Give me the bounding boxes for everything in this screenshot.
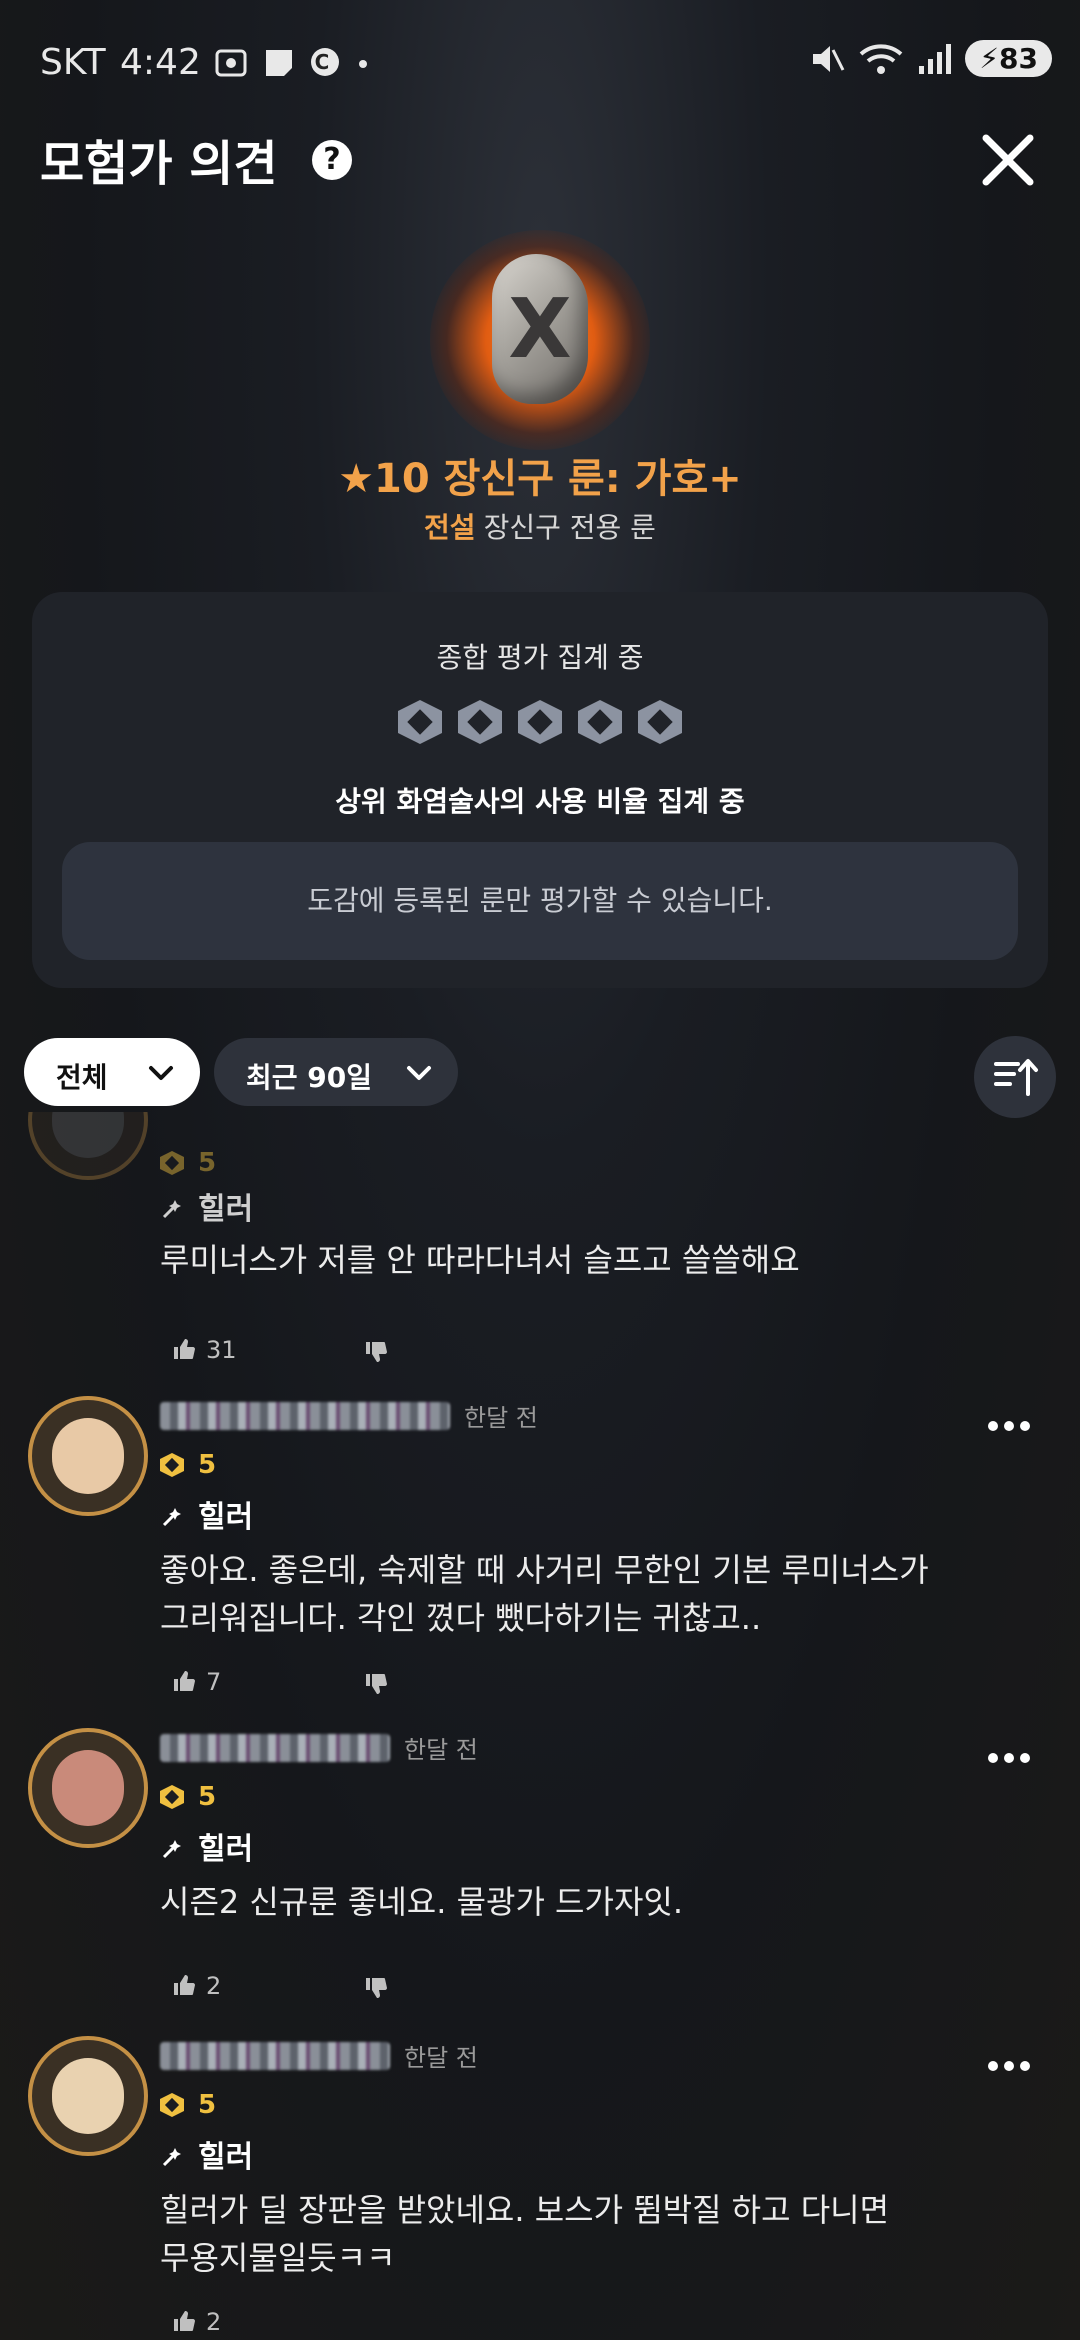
comment-time: 한달 전 [464, 1404, 538, 1432]
usage-ratio-text: 상위 화염술사의 사용 비율 집계 중 [335, 785, 745, 818]
rune-image: X [420, 220, 660, 460]
comment-text: 루미너스가 저를 안 따라다녀서 슬프고 쓸쓸해요 [160, 1241, 800, 1279]
like-button[interactable]: 2 [172, 2308, 221, 2336]
avatar[interactable] [28, 1396, 148, 1516]
blurred-username [160, 2041, 390, 2070]
comment-grade: 5 [160, 1782, 216, 1812]
rune-symbol-icon: X [508, 282, 572, 377]
c-app-icon: C [311, 48, 340, 76]
blurred-username [160, 1733, 390, 1762]
wand-icon [162, 1840, 181, 1859]
wifi-icon [860, 43, 903, 74]
signal-icon [919, 43, 952, 74]
battery-indicator: ⚡83 [965, 40, 1052, 77]
rune-subtitle: 전설 장신구 전용 룬 [0, 506, 1080, 546]
grade-gem-icon [160, 1151, 184, 1175]
page-title: 모험가 의견 [40, 136, 278, 192]
like-button[interactable]: 7 [172, 1668, 221, 1696]
wand-icon [162, 1200, 181, 1219]
more-options-button[interactable] [988, 2056, 1036, 2076]
like-button[interactable]: 31 [172, 1336, 237, 1364]
comment-role: 힐러 [160, 1184, 253, 1228]
rune-grade: 전설 [424, 511, 476, 544]
grade-gem-icon [160, 1453, 184, 1477]
grade-gem-icon [160, 2093, 184, 2117]
comment-author: 한달 전 [160, 2038, 478, 2073]
period-filter-label: 최근 90일 [246, 1061, 372, 1094]
comment-role: 힐러 [160, 2132, 253, 2176]
comment-text: 시즌2 신규룬 좋네요. 물광가 드가자잇. [160, 1883, 683, 1921]
status-right: ⚡83 [809, 40, 1052, 77]
rating-gem-icon [518, 700, 562, 744]
thumbs-down-icon[interactable] [364, 1672, 388, 1696]
wand-icon [162, 2148, 181, 2167]
comment-grade: 5 [160, 1450, 216, 1480]
rune-stone: X [492, 254, 588, 404]
avatar[interactable] [28, 2036, 148, 2156]
comment-item: 한달 전 5 힐러 힐러가 딜 장판을 받았네요. 보스가 뜀박질 하고 다니면… [28, 2036, 1052, 2340]
comment-author: 한달 전 [160, 1398, 538, 1433]
clock: 4:42 [120, 42, 201, 83]
thumbs-up-icon [174, 1975, 195, 1995]
dot-icon [358, 60, 367, 68]
comment-role: 힐러 [160, 1492, 253, 1536]
mute-icon [813, 45, 845, 72]
comment-role: 힐러 [160, 1824, 253, 1868]
rating-gem-icon [638, 700, 682, 744]
comment-time: 한달 전 [404, 1736, 478, 1764]
svg-text:C: C [315, 50, 336, 74]
category-filter-dropdown[interactable]: 전체 [24, 1038, 200, 1106]
comment-item: 한달 전 5 힐러 시즌2 신규룬 좋네요. 물광가 드가자잇. 2 [28, 1728, 1052, 2018]
chevron-down-icon [149, 1066, 173, 1080]
rating-gems [32, 700, 1048, 744]
thumbs-up-icon [174, 1671, 195, 1691]
help-icon[interactable]: ? [312, 140, 352, 180]
comment-grade: 5 [160, 2090, 216, 2120]
category-filter-label: 전체 [56, 1061, 108, 1094]
comment-text: 힐러가 딜 장판을 받았네요. 보스가 뜀박질 하고 다니면 무용지물일듯ㅋㅋ [160, 2191, 890, 2277]
note-icon [265, 50, 292, 76]
avatar[interactable] [28, 1112, 148, 1180]
comment-author: 한달 전 [160, 1730, 478, 1765]
carrier-label: SKT [40, 42, 106, 83]
rune-name: ★10 장신구 룬: 가호+ [338, 456, 742, 502]
rating-gem-icon [398, 700, 442, 744]
comment-time: 한달 전 [404, 2044, 478, 2072]
sort-button[interactable] [974, 1036, 1056, 1118]
thumbs-down-icon[interactable] [364, 1340, 388, 1364]
thumbs-up-icon [174, 2311, 195, 2331]
rating-title: 종합 평가 집계 중 [436, 641, 644, 674]
sort-icon [994, 1059, 1038, 1096]
comment-text: 좋아요. 좋은데, 숙제할 때 사거리 무한인 기본 루미너스가 그리워집니다.… [160, 1551, 929, 1637]
screenshot-icon [215, 49, 247, 77]
wand-icon [162, 1508, 181, 1527]
comment-grade: 5 [160, 1148, 216, 1178]
notification-icons: C [214, 46, 369, 86]
thumbs-down-icon[interactable] [364, 1976, 388, 2000]
more-options-button[interactable] [988, 1748, 1036, 1768]
comment-item: 한달 전 5 힐러 좋아요. 좋은데, 숙제할 때 사거리 무한인 기본 루미너… [28, 1396, 1052, 1706]
rating-gem-icon [578, 700, 622, 744]
rating-notice: 도감에 등록된 룬만 평가할 수 있습니다. [62, 842, 1018, 960]
blurred-username [160, 1401, 450, 1430]
status-bar: SKT 4:42 C ⚡83 [0, 0, 1080, 120]
close-icon[interactable] [980, 132, 1036, 188]
more-options-button[interactable] [988, 1416, 1036, 1436]
rating-card: 종합 평가 집계 중 상위 화염술사의 사용 비율 집계 중 도감에 등록된 룬… [32, 592, 1048, 988]
rune-type: 장신구 전용 룬 [483, 511, 656, 544]
grade-gem-icon [160, 1785, 184, 1809]
avatar[interactable] [28, 1728, 148, 1848]
chevron-down-icon [407, 1066, 431, 1080]
thumbs-up-icon [174, 1339, 195, 1359]
comment-item: 5 힐러 루미너스가 저를 안 따라다녀서 슬프고 쓸쓸해요 31 [28, 1112, 1052, 1372]
rating-gem-icon [458, 700, 502, 744]
like-button[interactable]: 2 [172, 1972, 221, 2000]
period-filter-dropdown[interactable]: 최근 90일 [214, 1038, 458, 1106]
